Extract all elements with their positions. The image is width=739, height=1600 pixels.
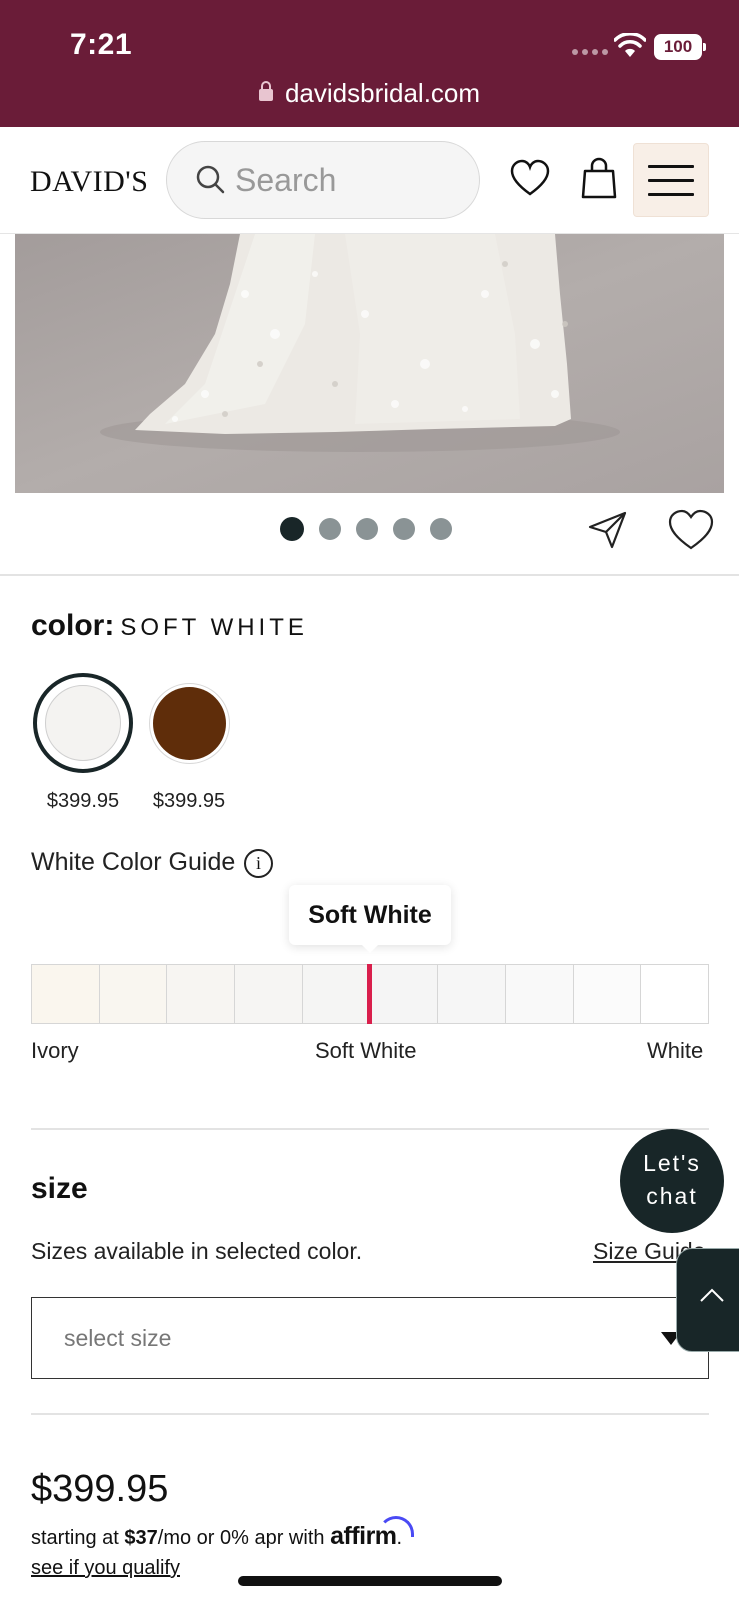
carousel-dot[interactable] <box>430 518 452 540</box>
affirm-suffix: /mo or 0% apr with <box>157 1527 331 1549</box>
scroll-to-top-button[interactable] <box>676 1248 739 1352</box>
color-tooltip: Soft White <box>289 885 451 953</box>
dress-image <box>15 234 724 493</box>
favorite-heart-icon[interactable] <box>668 509 714 551</box>
swatch-price: $399.95 <box>46 790 120 812</box>
search-input[interactable] <box>235 156 465 204</box>
affirm-financing-text: starting at $37/mo or 0% apr with affirm… <box>31 1522 403 1550</box>
affirm-prefix: starting at <box>31 1527 125 1549</box>
shopping-bag-icon[interactable] <box>580 157 618 199</box>
scale-segment <box>505 965 574 1023</box>
scale-segment <box>370 965 439 1023</box>
chat-label-line1: Let's <box>643 1150 701 1176</box>
swatch-soft-white[interactable] <box>33 673 133 773</box>
wifi-icon <box>614 33 646 57</box>
lets-chat-button[interactable]: Let's chat <box>620 1129 724 1233</box>
scale-segment <box>235 965 303 1023</box>
product-image[interactable] <box>15 234 724 493</box>
status-bar: 7:21 100 davidsbridal.com <box>0 0 739 127</box>
lock-icon <box>258 81 273 101</box>
carousel-dot[interactable] <box>393 518 415 540</box>
affirm-amount: $37 <box>124 1527 158 1549</box>
section-divider <box>31 1413 709 1415</box>
wishlist-heart-icon[interactable] <box>510 159 550 197</box>
section-divider <box>0 574 739 576</box>
scale-segment <box>167 965 236 1023</box>
size-note: Sizes available in selected color. <box>31 1238 363 1264</box>
scale-segment <box>99 965 168 1023</box>
share-icon[interactable] <box>588 511 628 549</box>
davids-logo[interactable]: DAVID'S <box>30 165 148 199</box>
swatch-price: $399.95 <box>152 790 226 812</box>
carousel-dots <box>280 517 452 541</box>
carousel-dot[interactable] <box>319 518 341 540</box>
scale-label-soft-white: Soft White <box>315 1038 417 1063</box>
chat-label-line2: chat <box>646 1183 698 1209</box>
size-heading: size <box>31 1172 88 1205</box>
affirm-logo: affirm <box>330 1522 397 1550</box>
search-icon <box>196 165 225 194</box>
swatch-brown[interactable] <box>149 683 230 764</box>
scale-marker <box>367 964 372 1024</box>
section-divider <box>31 1128 709 1130</box>
scale-segment <box>302 965 371 1023</box>
color-heading: color: SOFT WHITE <box>31 609 308 643</box>
site-header: DAVID'S <box>0 127 739 234</box>
white-color-guide-title: White Color Guide <box>31 848 236 876</box>
carousel-dot[interactable] <box>280 517 304 541</box>
product-price: $399.95 <box>31 1468 169 1510</box>
scale-segment <box>438 965 506 1023</box>
home-indicator <box>238 1576 502 1586</box>
carousel-dot[interactable] <box>356 518 378 540</box>
size-select-placeholder: select size <box>64 1325 172 1351</box>
info-icon[interactable]: i <box>244 849 273 878</box>
scale-segment <box>32 965 100 1023</box>
signal-icon <box>572 49 608 55</box>
battery-icon: 100 <box>654 34 706 60</box>
url-bar[interactable]: davidsbridal.com <box>0 78 739 109</box>
size-select[interactable]: select size <box>31 1297 709 1379</box>
selected-color-name: SOFT WHITE <box>120 614 308 641</box>
scale-label-white: White <box>647 1038 704 1063</box>
hamburger-menu-button[interactable] <box>633 143 709 217</box>
url-text: davidsbridal.com <box>284 78 481 108</box>
status-time: 7:21 <box>70 28 133 61</box>
search-box[interactable] <box>166 141 480 219</box>
chevron-up-icon <box>700 1288 724 1302</box>
scale-segment <box>641 965 709 1023</box>
scale-label-ivory: Ivory <box>31 1038 79 1063</box>
see-if-you-qualify-link[interactable]: see if you qualify <box>31 1557 180 1580</box>
color-label: color: <box>31 609 115 642</box>
scale-segment <box>573 965 642 1023</box>
